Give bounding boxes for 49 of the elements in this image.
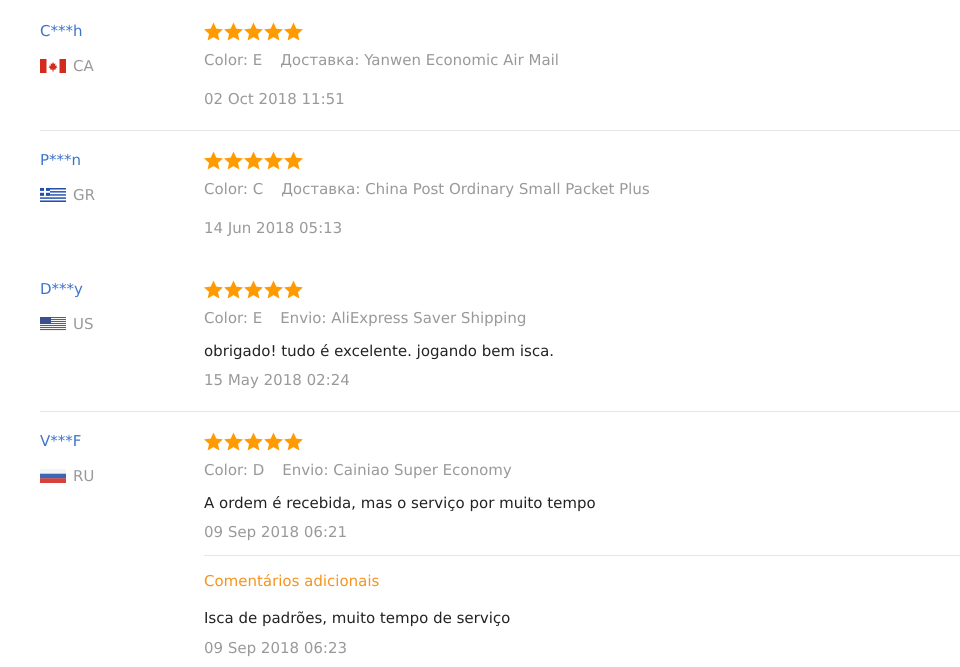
review-date: 14 Jun 2018 05:13 xyxy=(204,219,342,237)
star-icon xyxy=(244,280,263,298)
review-date: 02 Oct 2018 11:51 xyxy=(204,90,345,108)
star-icon xyxy=(244,432,263,450)
review-comment: obrigado! tudo é excelente. jogando bem isca. xyxy=(204,342,554,360)
star-icon xyxy=(284,280,303,298)
star-icon xyxy=(224,22,243,40)
review-comment: A ordem é recebida, mas o serviço por muito tempo xyxy=(204,494,596,512)
star-icon xyxy=(204,280,223,298)
star-icon xyxy=(264,22,283,40)
star-icon xyxy=(284,22,303,40)
star-icon xyxy=(244,150,263,170)
reviewer-name[interactable]: C***h xyxy=(40,21,82,41)
review-date: 15 May 2018 02:24 xyxy=(204,371,350,389)
flag-icon xyxy=(40,317,66,331)
star-icon xyxy=(204,432,223,450)
order-attribute: Color: C xyxy=(204,180,264,198)
star-icon xyxy=(224,150,243,170)
order-attribute: Color: E xyxy=(204,309,262,327)
country-code: US xyxy=(73,314,94,334)
star-icon xyxy=(204,22,223,40)
additional-feedback-heading: Comentários adicionais xyxy=(204,572,380,590)
star-icon xyxy=(204,150,223,170)
star-icon xyxy=(224,432,243,450)
review-date: 09 Sep 2018 06:23 xyxy=(204,639,348,657)
order-attribute: Envio: Cainiao Super Economy xyxy=(282,461,512,479)
reviewer-name[interactable]: D***y xyxy=(40,279,83,299)
star-icon xyxy=(264,432,283,450)
order-attribute: Envio: AliExpress Saver Shipping xyxy=(280,309,526,327)
reviewer-name[interactable]: V***F xyxy=(40,431,82,451)
flag-icon xyxy=(40,188,66,202)
flag-icon xyxy=(40,59,66,73)
review-comment: Isca de padrões, muito tempo de serviço xyxy=(204,609,510,627)
country-code: RU xyxy=(73,466,94,486)
star-icon xyxy=(224,280,243,298)
order-attribute: Color: D xyxy=(204,461,264,479)
star-icon xyxy=(264,280,283,298)
country-code: GR xyxy=(73,185,96,205)
star-icon xyxy=(244,22,263,40)
country-code: CA xyxy=(73,56,94,76)
review-date: 09 Sep 2018 06:21 xyxy=(204,523,348,541)
order-attribute: Доставка: China Post Ordinary Small Packet Plus xyxy=(281,180,650,198)
order-attribute: Доставка: Yanwen Economic Air Mail xyxy=(280,51,559,69)
flag-icon xyxy=(40,469,66,483)
star-icon xyxy=(284,150,303,170)
star-icon xyxy=(284,432,303,450)
reviewer-name[interactable]: P***n xyxy=(40,150,82,170)
order-attribute: Color: E xyxy=(204,51,262,69)
star-icon xyxy=(264,150,283,170)
